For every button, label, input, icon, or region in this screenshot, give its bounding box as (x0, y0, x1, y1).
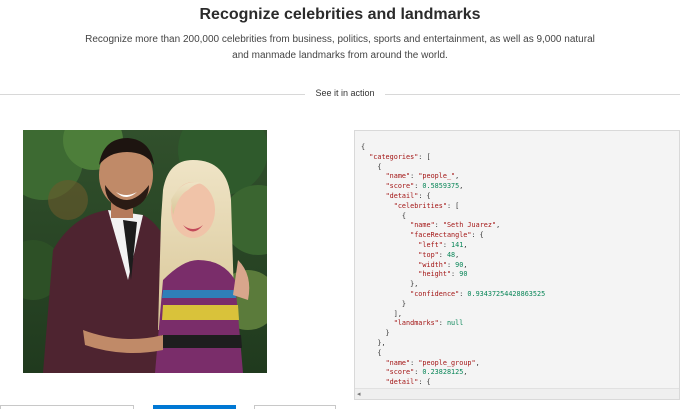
json-line: "celebrities": [ (393, 201, 460, 210)
json-line: "score": 0.23828125, (385, 368, 468, 377)
json-line: "left": 141, (418, 240, 468, 249)
option-button-3[interactable] (254, 405, 336, 409)
json-line: }, (361, 280, 419, 289)
horizontal-scrollbar[interactable]: ◂ (355, 388, 679, 399)
scroll-left-icon[interactable]: ◂ (357, 390, 361, 398)
json-line: "detail": { (385, 191, 431, 200)
json-line: "name": "Seth Juarez", (410, 221, 501, 230)
json-line: "detail": { (385, 378, 431, 387)
json-line: { (361, 348, 382, 357)
json-line: "score": 0.5859375, (385, 182, 464, 191)
json-line: } (361, 329, 390, 338)
see-it-in-action-label: See it in action (305, 88, 385, 98)
page: Recognize celebrities and landmarks Reco… (0, 0, 680, 409)
page-title: Recognize celebrities and landmarks (199, 6, 481, 23)
json-line: { (361, 162, 382, 171)
json-line: { (361, 211, 407, 220)
page-subtitle: Recognize more than 200,000 celebrities … (85, 34, 595, 61)
json-line: ], (361, 309, 402, 318)
json-line: "height": 90 (418, 270, 468, 279)
json-output-code: { "categories": [ { "name": "people_", "… (361, 143, 679, 387)
json-line: "confidence": 0.93437254428863525 (410, 289, 546, 298)
json-line: "width": 90, (418, 260, 468, 269)
option-button-1[interactable] (0, 405, 134, 409)
json-output-panel[interactable]: { "categories": [ { "name": "people_", "… (354, 130, 680, 400)
json-output-scroll[interactable]: { "categories": [ { "name": "people_", "… (361, 143, 679, 387)
json-line: "landmarks": null (393, 319, 464, 328)
sample-photo[interactable] (23, 130, 267, 373)
json-line: "top": 48, (418, 250, 460, 259)
option-button-2[interactable] (153, 405, 236, 409)
json-line: }, (361, 338, 386, 347)
json-line: "faceRectangle": { (410, 231, 484, 240)
json-line: "name": "people_group", (385, 358, 480, 367)
json-line: } (361, 299, 407, 308)
json-line: "name": "people_", (385, 172, 460, 181)
json-line: "categories": [ (369, 152, 431, 161)
json-line: { (361, 143, 366, 151)
photo-illustration (23, 130, 267, 373)
